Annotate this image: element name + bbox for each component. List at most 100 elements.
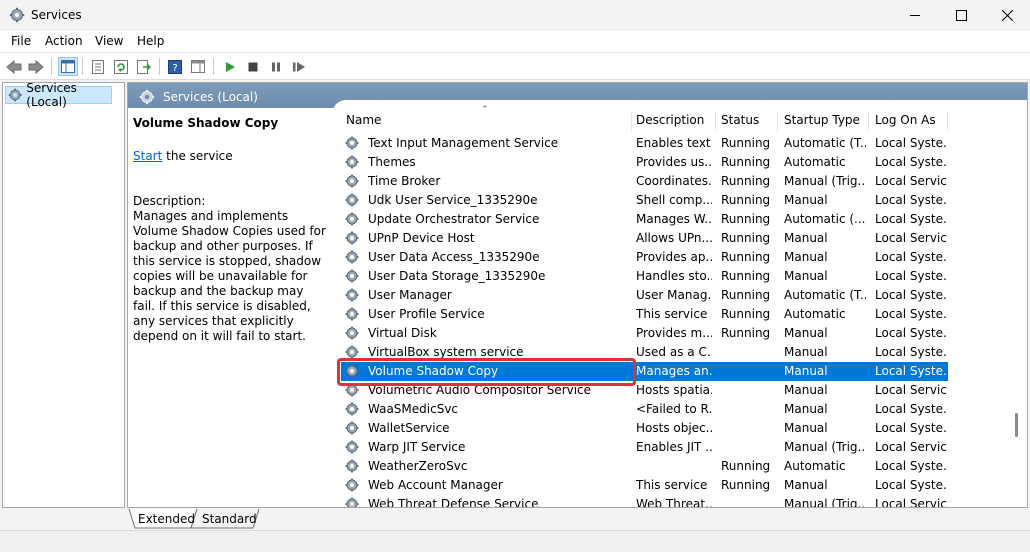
minimize-button[interactable]: [892, 0, 938, 31]
service-gear-icon: [345, 212, 359, 226]
table-row[interactable]: Time Broker Coordinates... Running Manual (…: [338, 172, 948, 191]
service-description: Manages and implements Volume Shadow Cop…: [133, 209, 326, 343]
cell-startup: Manual: [784, 269, 828, 283]
column-header-status[interactable]: Status: [721, 113, 759, 127]
table-row[interactable]: Text Input Management Service Enables tex…: [338, 134, 948, 153]
menu-action[interactable]: Action: [45, 34, 83, 48]
cell-status: Running: [721, 459, 771, 473]
start-service-suffix: the service: [162, 149, 233, 163]
cell-description: Hosts spatia...: [636, 383, 712, 397]
cell-description: Shell comp...: [636, 193, 712, 207]
tab-standard[interactable]: Standard: [195, 510, 264, 528]
service-gear-icon: [345, 497, 359, 507]
table-row[interactable]: Web Threat Defense Service Web Threat... M…: [338, 495, 948, 508]
pause-service-button[interactable]: [266, 57, 286, 76]
cell-startup: Manual: [784, 383, 828, 397]
cell-logon: Local Syste...: [875, 478, 947, 492]
window-title: Services: [31, 8, 82, 22]
cell-name: WeatherZeroSvc: [368, 459, 468, 473]
table-row[interactable]: User Manager User Manag... Running Automati…: [338, 286, 948, 305]
start-service-button[interactable]: [220, 57, 240, 76]
cell-status: Running: [721, 307, 771, 321]
table-row[interactable]: WaaSMedicSvc <Failed to R... Manual Local S…: [338, 400, 948, 419]
cell-name: User Data Storage_1335290e: [368, 269, 546, 283]
column-header-log-on-as[interactable]: Log On As: [875, 113, 936, 127]
cell-name: WalletService: [368, 421, 450, 435]
service-gear-icon: [345, 136, 359, 150]
refresh-button[interactable]: [111, 57, 131, 76]
cell-startup: Manual: [784, 326, 828, 340]
column-header-name[interactable]: Name: [346, 113, 381, 127]
table-row[interactable]: User Data Access_1335290e Provides ap... R…: [338, 248, 948, 267]
service-gear-icon: [345, 250, 359, 264]
start-service-link[interactable]: Start: [133, 149, 162, 163]
maximize-button[interactable]: [938, 0, 984, 31]
table-row[interactable]: Udk User Service_1335290e Shell comp... Ru…: [338, 191, 948, 210]
cell-name: Web Threat Defense Service: [368, 497, 539, 508]
service-gear-icon: [345, 174, 359, 188]
forward-arrow-icon: [28, 59, 44, 74]
service-gear-icon: [345, 193, 359, 207]
table-row[interactable]: WeatherZeroSvc Running Automatic Local Syst…: [338, 457, 948, 476]
table-row[interactable]: WalletService Hosts objec... Manual Local S…: [338, 419, 948, 438]
cell-status: Running: [721, 478, 771, 492]
cell-status: Running: [721, 269, 771, 283]
cell-name: Update Orchestrator Service: [368, 212, 540, 226]
stop-service-button[interactable]: [243, 57, 263, 76]
tab-extended[interactable]: Extended: [131, 510, 202, 528]
table-row[interactable]: User Data Storage_1335290e Handles sto...…: [338, 267, 948, 286]
cell-status: Running: [721, 155, 771, 169]
cell-startup: Automatic: [784, 307, 846, 321]
properties-icon: [92, 59, 104, 74]
stop-icon: [248, 62, 258, 71]
back-button[interactable]: [4, 57, 24, 76]
cell-startup: Manual (Trig...: [784, 440, 866, 454]
table-row[interactable]: UPnP Device Host Allows UPn... Running Manu…: [338, 229, 948, 248]
cell-logon: Local Syste...: [875, 288, 947, 302]
cell-status: Running: [721, 136, 771, 150]
cell-status: Running: [721, 288, 771, 302]
menu-help[interactable]: Help: [137, 34, 164, 48]
cell-description: Web Threat...: [636, 497, 712, 508]
vertical-scrollbar-thumb[interactable]: [1015, 413, 1018, 437]
cell-description: Used as a C...: [636, 345, 712, 359]
table-row[interactable]: Warp JIT Service Enables JIT ... Manual (T…: [338, 438, 948, 457]
cell-description: Handles sto...: [636, 269, 712, 283]
cell-name: User Data Access_1335290e: [368, 250, 540, 264]
table-row[interactable]: Themes Provides us... Running Automatic Loca…: [338, 153, 948, 172]
action-pane-button[interactable]: [188, 57, 208, 76]
cell-status: Running: [721, 212, 771, 226]
export-list-button[interactable]: [134, 57, 154, 76]
close-button[interactable]: [984, 0, 1030, 31]
tree-item-services-local[interactable]: Services (Local): [5, 81, 112, 109]
annotation-highlight-box: [337, 358, 636, 386]
table-row[interactable]: Update Orchestrator Service Manages W... R…: [338, 210, 948, 229]
table-row[interactable]: Web Account Manager This service ... Runni…: [338, 476, 948, 495]
show-console-tree-button[interactable]: [58, 57, 78, 76]
column-header-description[interactable]: Description: [636, 113, 704, 127]
menu-view[interactable]: View: [95, 34, 123, 48]
cell-logon: Local Syste...: [875, 364, 947, 378]
cell-description: Provides ap...: [636, 250, 712, 264]
column-header-startup-type[interactable]: Startup Type: [784, 113, 860, 127]
help-button[interactable]: ?: [165, 57, 185, 76]
properties-button[interactable]: [88, 57, 108, 76]
table-row[interactable]: Virtual Disk Provides m... Running Manual Lo…: [338, 324, 948, 343]
column-separator: [777, 111, 778, 131]
column-separator: [947, 111, 948, 131]
cell-name: Themes: [368, 155, 416, 169]
svg-text:?: ?: [172, 63, 177, 74]
export-list-icon: [137, 59, 151, 74]
menu-bar: File Action View Help: [0, 31, 1030, 53]
menu-file[interactable]: File: [11, 34, 31, 48]
title-bar: Services: [0, 0, 1030, 31]
restart-service-button[interactable]: [289, 57, 309, 76]
cell-startup: Manual: [784, 421, 828, 435]
console-tree-icon: [61, 60, 75, 73]
cell-description: User Manag...: [636, 288, 712, 302]
toolbar-separator: [51, 58, 52, 75]
console-tree: Services (Local): [2, 81, 125, 508]
maximize-icon: [955, 10, 967, 21]
forward-button[interactable]: [26, 57, 46, 76]
table-row[interactable]: User Profile Service This service ... Runn…: [338, 305, 948, 324]
